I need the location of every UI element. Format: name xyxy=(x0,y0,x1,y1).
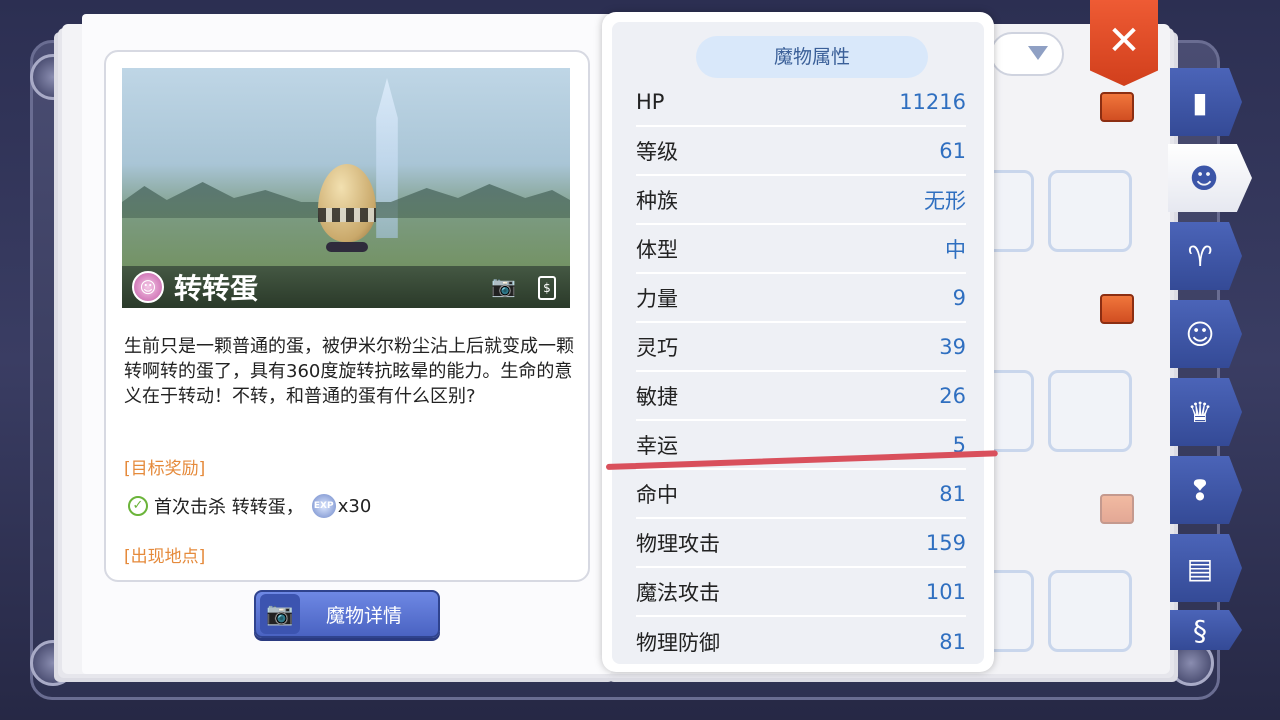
stat-row-atk: 物理攻击 159 xyxy=(636,519,966,568)
monster-name: 转转蛋 xyxy=(174,272,259,305)
stat-label: 魔法攻击 xyxy=(636,580,720,605)
stat-row-race: 种族 无形 xyxy=(636,176,966,225)
stat-label: 等级 xyxy=(636,139,678,164)
exp-amount: x30 xyxy=(337,495,372,517)
location-section-title: [出现地点] xyxy=(124,547,206,567)
monster-detail-button[interactable]: 📷 魔物详情 xyxy=(254,590,440,638)
stat-label: 体型 xyxy=(636,237,678,262)
tab-map[interactable]: ▤ xyxy=(1170,534,1242,602)
cat-face-icon: ☻ xyxy=(1189,161,1219,195)
tab-cooking[interactable]: ♛ xyxy=(1170,378,1242,446)
tab-pet[interactable]: ☺ xyxy=(1170,300,1242,368)
stat-value: 39 xyxy=(939,334,966,359)
stat-value: 81 xyxy=(939,481,966,506)
stat-value: 11216 xyxy=(899,89,966,114)
adventurer-alert-icon: ❢ xyxy=(1188,473,1212,507)
stat-row-hp: HP 11216 xyxy=(636,78,966,127)
stat-row-level: 等级 61 xyxy=(636,127,966,176)
map-icon: ▤ xyxy=(1186,551,1214,585)
stat-value: 无形 xyxy=(924,188,966,213)
stat-value: 101 xyxy=(925,579,966,604)
stat-label: 物理防御 xyxy=(636,630,720,655)
monster-slot[interactable] xyxy=(1048,570,1132,652)
stat-value: 26 xyxy=(939,383,966,408)
stats-inner: 魔物属性 HP 11216 等级 61 种族 无形 体型 中 力量 9 灵巧 3… xyxy=(612,22,984,664)
stat-row-str: 力量 9 xyxy=(636,274,966,323)
ghost-badge-icon: ☺ xyxy=(132,271,164,303)
stat-label: 命中 xyxy=(636,482,678,507)
monster-portrait: ☺ 转转蛋 📷 $ xyxy=(122,68,570,308)
stat-value: 中 xyxy=(945,237,966,262)
stat-value: 159 xyxy=(925,530,966,555)
monster-slot[interactable] xyxy=(1048,370,1132,452)
stat-row-matk: 魔法攻击 101 xyxy=(636,568,966,617)
chest-icon[interactable] xyxy=(1100,92,1134,122)
stat-label: HP xyxy=(636,89,665,114)
stat-value: 9 xyxy=(952,285,966,310)
check-icon: ✓ xyxy=(128,496,148,516)
chest-icon[interactable] xyxy=(1100,294,1134,324)
reward-row: ✓ 首次击杀 转转蛋， EXP x30 xyxy=(128,492,371,520)
stat-label: 敏捷 xyxy=(636,384,678,409)
first-kill-text: 首次击杀 转转蛋， xyxy=(154,497,304,518)
stat-row-size: 体型 中 xyxy=(636,225,966,274)
chest-icon[interactable] xyxy=(1100,494,1134,524)
monster-stats-panel: 魔物属性 HP 11216 等级 61 种族 无形 体型 中 力量 9 灵巧 3… xyxy=(602,12,994,672)
stats-header: 魔物属性 xyxy=(696,36,928,78)
stat-value: 61 xyxy=(939,138,966,163)
pet-face-icon: ☺ xyxy=(1185,317,1215,351)
camera-icon[interactable]: 📷 xyxy=(491,274,516,298)
tab-headwear[interactable]: ♈ xyxy=(1170,222,1242,290)
scroll-icon: § xyxy=(1193,613,1207,647)
stat-row-dex: 灵巧 39 xyxy=(636,323,966,372)
stat-row-hit: 命中 81 xyxy=(636,470,966,519)
egg-monster-figure xyxy=(318,164,376,242)
camera-icon: 📷 xyxy=(260,594,300,634)
stat-row-def: 物理防御 81 xyxy=(636,617,966,666)
book-icon: ▮ xyxy=(1192,85,1208,119)
tab-more[interactable]: § xyxy=(1170,610,1242,650)
stat-value: 81 xyxy=(939,629,966,654)
chef-hat-icon: ♛ xyxy=(1187,395,1213,429)
reward-section-title: [目标奖励] xyxy=(124,459,206,479)
monster-detail-label: 魔物详情 xyxy=(326,604,403,627)
monster-slot[interactable] xyxy=(1048,170,1132,252)
egg-monster-band xyxy=(318,208,376,222)
egg-monster-feet xyxy=(326,242,368,252)
chevron-down-icon xyxy=(1028,46,1048,60)
tab-adventurer[interactable]: ❢ xyxy=(1170,456,1242,524)
tab-book[interactable]: ▮ xyxy=(1170,68,1242,136)
stat-label: 灵巧 xyxy=(636,335,678,360)
stat-label: 力量 xyxy=(636,286,678,311)
tab-monster[interactable]: ☻ xyxy=(1168,144,1252,212)
filter-dropdown[interactable] xyxy=(990,32,1064,76)
stat-label: 种族 xyxy=(636,188,678,213)
stat-label: 幸运 xyxy=(636,433,678,458)
close-button[interactable]: ✕ xyxy=(1090,0,1158,86)
exp-icon: EXP xyxy=(309,492,338,520)
stat-label: 物理攻击 xyxy=(636,531,720,556)
stat-row-agi: 敏捷 26 xyxy=(636,372,966,421)
horns-icon: ♈ xyxy=(1187,239,1213,273)
card-icon[interactable]: $ xyxy=(538,276,556,300)
monster-description: 生前只是一颗普通的蛋，被伊米尔粉尘沾上后就变成一颗转啊转的蛋了，具有360度旋转… xyxy=(124,336,574,407)
